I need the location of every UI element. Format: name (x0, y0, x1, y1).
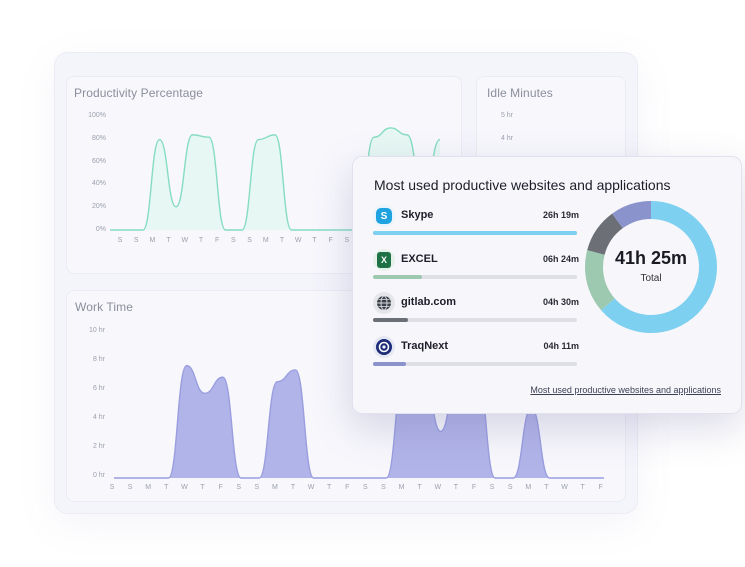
x-tick-label: W (181, 484, 188, 491)
x-tick-label: M (525, 484, 532, 491)
app-name: gitlab.com (401, 296, 457, 308)
app-name: Skype (401, 209, 434, 221)
x-tick-label: T (453, 484, 459, 491)
usage-bar (373, 318, 577, 322)
y-tick-label: 80% (91, 134, 106, 142)
x-tick-label: T (417, 484, 422, 491)
x-tick-label: S (127, 484, 133, 491)
x-tick-label: S (363, 484, 368, 491)
y-tick-label: 20% (91, 203, 106, 211)
idle-y-tick-4: 4 hr (500, 135, 513, 142)
app-row-excel[interactable]: X EXCEL 06h 24m (373, 249, 579, 289)
x-tick-label: T (290, 484, 296, 491)
app-row-skype[interactable]: S Skype 26h 19m (373, 205, 579, 245)
x-tick-label: S (133, 237, 139, 244)
x-tick-label: T (198, 237, 204, 244)
usage-bar-fill (373, 275, 422, 279)
x-tick-label: M (145, 484, 152, 491)
usage-bar (373, 231, 577, 235)
y-tick-label: 0% (95, 226, 106, 233)
excel-icon: X (373, 249, 395, 271)
y-tick-label: 6 hr (92, 385, 105, 392)
globe-icon (373, 292, 395, 314)
x-tick-label: T (166, 237, 171, 244)
x-tick-label: S (117, 237, 123, 244)
x-tick-label: F (218, 484, 223, 491)
app-name: TraqNext (401, 340, 449, 352)
x-tick-label: T (327, 484, 332, 491)
app-time: 04h 30m (542, 297, 579, 307)
x-tick-label: W (307, 484, 315, 491)
x-tick-label: T (580, 484, 585, 491)
x-tick-label: M (271, 484, 278, 491)
total-value: 41h 25m (614, 248, 688, 268)
x-tick-label: S (489, 484, 495, 491)
x-tick-label: S (109, 484, 115, 491)
y-tick-label: 100% (88, 112, 106, 119)
y-tick-label: 4 hr (92, 414, 105, 421)
app-time: 06h 24m (542, 254, 579, 264)
usage-bar-fill (373, 231, 577, 235)
x-tick-label: W (434, 484, 442, 491)
y-tick-label: 2 hr (92, 443, 105, 450)
usage-bar-fill (373, 318, 408, 322)
y-tick-label: 8 hr (92, 356, 105, 363)
x-tick-label: S (247, 237, 252, 244)
x-tick-label: W (561, 484, 568, 491)
x-tick-label: T (164, 484, 169, 491)
x-tick-label: S (231, 237, 236, 244)
x-tick-label: M (398, 484, 405, 491)
x-tick-label: W (181, 237, 189, 244)
usage-bar (373, 362, 577, 366)
x-tick-label: M (149, 237, 156, 244)
x-tick-label: W (294, 237, 302, 244)
traqnext-icon (373, 336, 395, 358)
x-tick-label: F (471, 484, 477, 491)
x-tick-label: F (215, 237, 220, 244)
y-tick-label: 0 hr (92, 472, 105, 479)
total-donut: 41h 25m Total (584, 200, 718, 334)
x-tick-label: S (507, 484, 513, 491)
x-tick-label: F (328, 237, 333, 244)
usage-bar-fill (373, 362, 406, 366)
work-time-title: Work Time (75, 300, 134, 314)
y-tick-label: 40% (91, 180, 106, 188)
x-tick-label: M (262, 237, 269, 244)
idle-y-tick-5: 5 hr (500, 112, 513, 119)
skype-icon: S (373, 205, 395, 227)
app-name: EXCEL (401, 253, 438, 265)
usage-bar (373, 275, 577, 279)
app-time: 04h 11m (543, 341, 579, 351)
x-tick-label: S (381, 484, 386, 491)
top-apps-link[interactable]: Most used productive websites and applic… (530, 385, 721, 395)
y-tick-label: 10 hr (89, 327, 105, 334)
idle-title: Idle Minutes (487, 86, 553, 100)
x-tick-label: T (200, 484, 205, 491)
app-row-gitlab[interactable]: gitlab.com 04h 30m (373, 292, 579, 332)
y-tick-label: 60% (91, 157, 106, 165)
x-tick-label: T (279, 237, 285, 244)
total-label: Total (640, 273, 662, 284)
x-tick-label: F (345, 484, 350, 491)
x-tick-label: S (236, 484, 242, 491)
x-tick-label: S (344, 237, 350, 244)
x-tick-label: T (544, 484, 549, 491)
productivity-title: Productivity Percentage (74, 86, 204, 100)
x-tick-label: T (312, 237, 317, 244)
x-tick-label: S (254, 484, 260, 491)
top-apps-card: Most used productive websites and applic… (352, 156, 742, 414)
app-row-traqnext[interactable]: TraqNext 04h 11m (373, 336, 579, 376)
x-tick-label: F (598, 484, 603, 491)
app-time: 26h 19m (542, 210, 579, 220)
top-apps-title: Most used productive websites and applic… (374, 177, 671, 193)
